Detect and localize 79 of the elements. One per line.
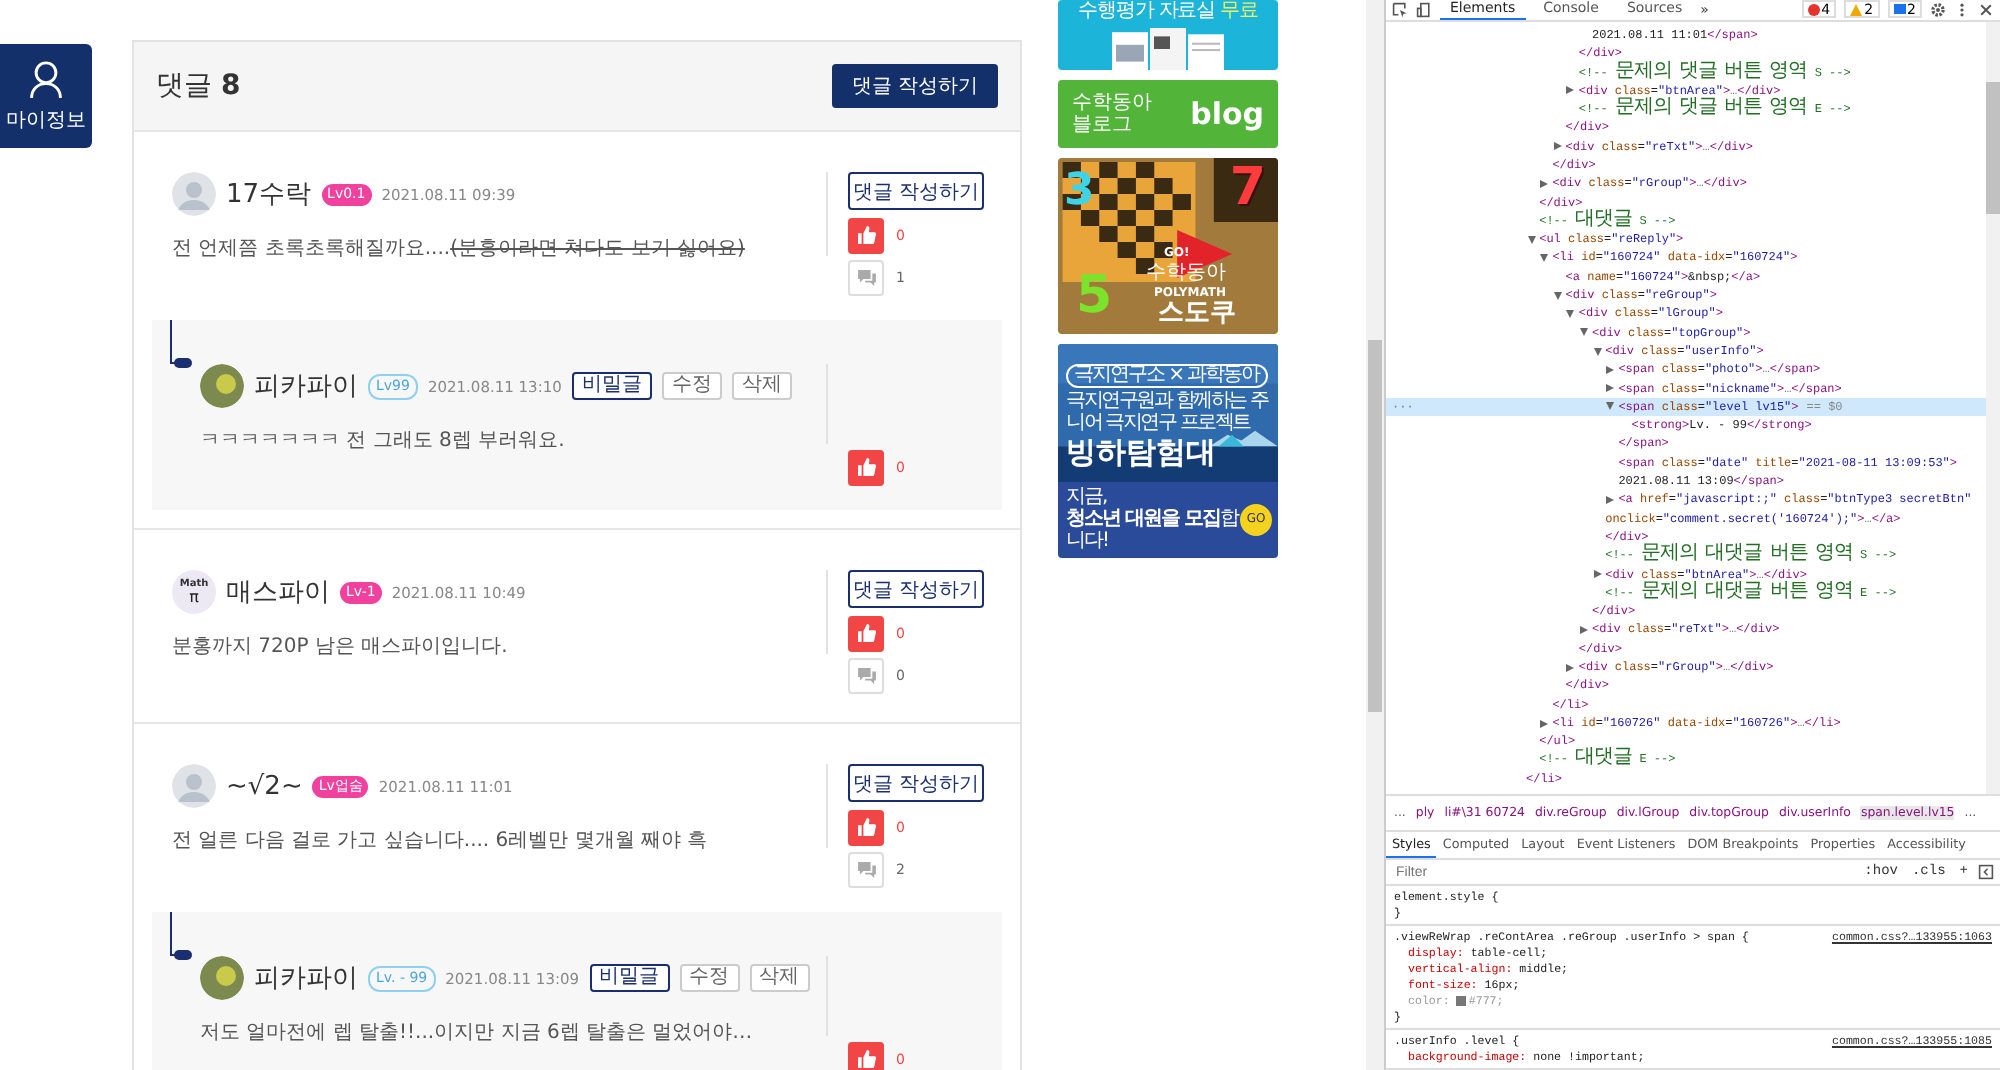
reply-badge-icon — [174, 950, 192, 960]
thumbs-up-icon — [857, 1050, 875, 1068]
inspect-icon[interactable] — [1392, 1, 1408, 18]
nickname: 매스파이 — [226, 576, 330, 610]
write-comment-button[interactable]: 댓글 작성하기 — [831, 64, 998, 108]
blog-logo: blog — [1190, 96, 1264, 132]
ad-subtitle: 극지연구원과 함께하는 주니어 극지연구 프로젝트 — [1066, 390, 1270, 434]
write-reply-button[interactable]: 댓글 작성하기 — [848, 764, 984, 802]
ad-title: 수학동아 블로그 — [1072, 92, 1154, 136]
expand-arrow-icon[interactable] — [1527, 235, 1536, 244]
like-button[interactable] — [848, 615, 884, 651]
error-icon — [1807, 3, 1820, 16]
action-button[interactable]: 삭제 — [749, 964, 810, 992]
expand-arrow-icon[interactable] — [1540, 254, 1549, 263]
expand-arrow-icon[interactable] — [1566, 86, 1575, 95]
avatar — [172, 764, 216, 808]
ad-title: 스도쿠 — [1158, 300, 1236, 328]
action-button[interactable]: 수정 — [679, 964, 740, 992]
my-info-button[interactable]: 마이정보 — [0, 44, 92, 148]
expand-arrow-icon[interactable] — [1580, 626, 1588, 635]
expand-arrow-icon[interactable] — [1540, 179, 1549, 188]
message-icon — [1893, 3, 1906, 16]
write-reply-button[interactable]: 댓글 작성하기 — [848, 570, 984, 608]
comment-text: 저도 얼마전에 렙 탈출!!...이지만 지금 6렙 탈출은 멀었어야… — [200, 1020, 755, 1046]
like-button[interactable] — [848, 217, 884, 253]
avatar — [172, 172, 216, 216]
scrollbar[interactable] — [1986, 21, 2000, 795]
speech-bubble-icon — [857, 861, 875, 877]
thumbs-up-icon — [857, 226, 875, 244]
ad-tag: 극지연구소 × 과학동아 — [1066, 364, 1268, 388]
brand-label: 수학동아 — [1146, 264, 1226, 284]
numeral: 5 — [1076, 270, 1113, 322]
expand-arrow-icon[interactable] — [1566, 663, 1575, 672]
warning-icon — [1850, 3, 1863, 16]
expand-arrow-icon[interactable] — [1553, 291, 1562, 300]
expand-arrow-icon[interactable] — [1580, 328, 1588, 337]
sidebar-toggle-icon[interactable] — [1978, 864, 1994, 881]
comment-text: 분홍까지 720P 남은 매스파이입니다. — [172, 634, 510, 660]
thumbs-up-icon — [857, 818, 875, 836]
nickname: ~√2~ — [226, 771, 303, 801]
comment-text: 전 얼른 다음 걸로 가고 싶습니다.... 6레벨만 몇개월 째야 흑 — [172, 828, 710, 854]
comment-text: 전 언제쯤 초록초록해질까요....(분홍이라면 쳐다도 보기 싫어요) — [172, 236, 747, 262]
expand-arrow-icon[interactable] — [1593, 347, 1602, 356]
numeral: 7 — [1229, 162, 1266, 214]
write-reply-button[interactable]: 댓글 작성하기 — [848, 172, 984, 210]
thumbs-up-icon — [857, 458, 875, 476]
thumbs-up-icon — [857, 624, 875, 642]
expand-arrow-icon[interactable] — [1606, 495, 1615, 504]
reply-badge-icon — [174, 358, 192, 368]
expand-arrow-icon[interactable] — [1540, 719, 1549, 728]
expand-arrow-icon[interactable] — [1566, 310, 1575, 318]
like-button[interactable] — [848, 809, 884, 845]
nickname: 17수락 — [226, 178, 312, 212]
device-icon[interactable] — [1416, 1, 1432, 18]
avatar — [200, 364, 244, 408]
nickname: 피카파이 — [254, 370, 358, 404]
scrollbar[interactable] — [1366, 0, 1384, 1070]
person-icon — [28, 59, 64, 99]
action-button[interactable]: 비밀글 — [589, 964, 670, 992]
action-button[interactable]: 삭제 — [731, 372, 792, 400]
ad-title: 수행평가 자료실 무료 — [1078, 0, 1258, 24]
action-button[interactable]: 수정 — [661, 372, 722, 400]
nickname: 피카파이 — [254, 962, 358, 996]
comments-title: 댓글 8 — [156, 68, 241, 104]
expand-arrow-icon[interactable] — [1593, 570, 1602, 579]
expand-arrow-icon[interactable] — [1606, 402, 1615, 411]
expand-arrow-icon[interactable] — [1606, 365, 1615, 374]
ad-title: 빙하탐험대 — [1066, 436, 1218, 468]
expand-arrow-icon[interactable] — [1553, 142, 1562, 151]
ad-call-to-action: 지금, 청소년 대원을 모집합니다! — [1066, 486, 1240, 552]
comment-text: ㅋㅋㅋㅋㅋㅋㅋ 전 그래도 8렙 부러워요. — [200, 428, 567, 454]
speech-bubble-icon — [857, 667, 875, 683]
close-icon[interactable] — [1978, 1, 1994, 18]
action-button[interactable]: 비밀글 — [571, 372, 652, 400]
like-button[interactable] — [848, 1041, 884, 1070]
like-button[interactable] — [848, 449, 884, 485]
speech-bubble-icon — [857, 269, 875, 285]
settings-icon[interactable] — [1930, 1, 1946, 18]
avatar — [200, 956, 244, 1000]
